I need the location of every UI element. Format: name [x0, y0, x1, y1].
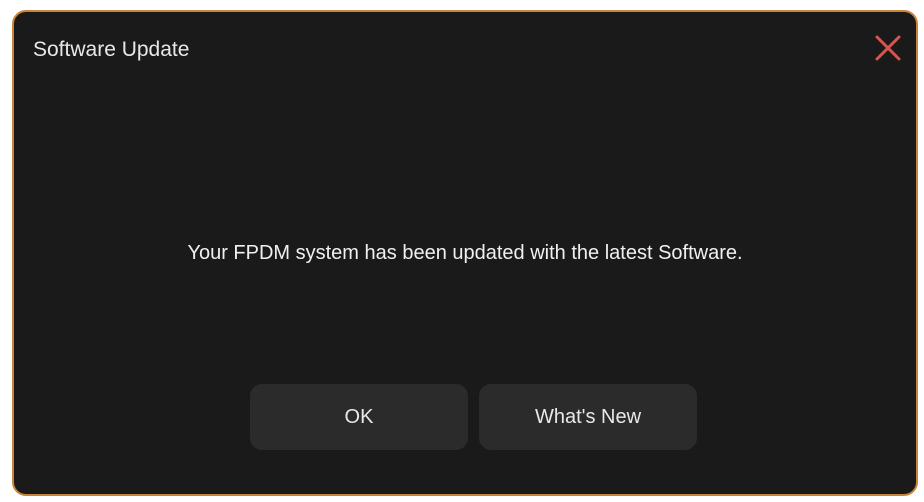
ok-button[interactable]: OK: [250, 384, 468, 450]
dialog-title: Software Update: [33, 38, 190, 61]
close-button[interactable]: [872, 32, 904, 64]
update-message: Your FPDM system has been updated with t…: [187, 242, 743, 264]
software-update-dialog: Software Update Your FPDM system has bee…: [12, 10, 918, 496]
close-icon: [875, 35, 901, 61]
whats-new-button[interactable]: What's New: [479, 384, 697, 450]
